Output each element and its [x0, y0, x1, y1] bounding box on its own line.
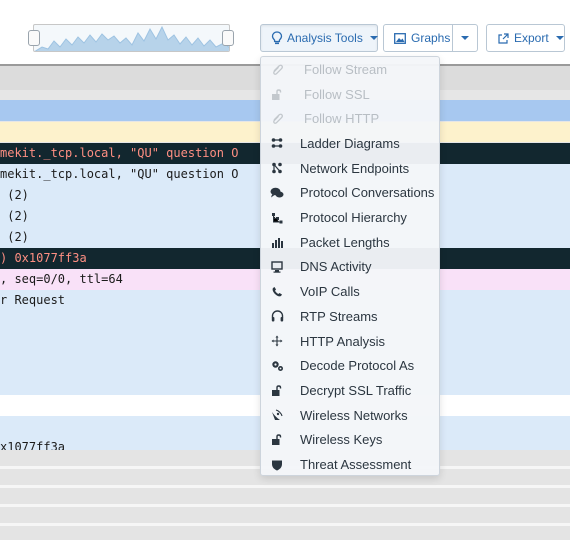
chevron-down-icon — [369, 36, 378, 40]
menu-item-label: Protocol Hierarchy — [300, 210, 407, 226]
menu-item-protocol-conversations[interactable]: Protocol Conversations — [261, 181, 439, 206]
menu-item-ladder-diagrams[interactable]: Ladder Diagrams — [261, 131, 439, 156]
export-label: Export — [514, 31, 549, 45]
export-button[interactable]: Export — [486, 24, 565, 52]
packet-row-text: r Request — [0, 293, 66, 307]
analysis-tools-label: Analysis Tools — [287, 31, 363, 45]
lightbulb-icon — [271, 31, 283, 45]
graphs-dropdown-toggle[interactable] — [452, 24, 478, 52]
packet-row-text: ) 0x1077ff3a — [0, 251, 87, 265]
packet-row-text: (2) — [0, 230, 29, 244]
menu-item-label: Follow SSL — [304, 86, 370, 102]
paperclip-icon — [270, 62, 284, 76]
menu-item-label: Wireless Keys — [300, 432, 383, 448]
external-link-icon — [496, 31, 510, 45]
menu-item-follow-stream: Follow Stream — [261, 57, 439, 82]
gears-icon — [270, 359, 284, 373]
toolbar: Analysis Tools Graphs Export — [0, 0, 570, 64]
menu-item-label: HTTP Analysis — [300, 333, 386, 349]
analysis-tools-button[interactable]: Analysis Tools — [260, 24, 378, 52]
menu-item-threat-assessment[interactable]: Threat Assessment — [261, 452, 439, 477]
image-icon — [393, 31, 407, 45]
graphs-label: Graphs — [411, 31, 451, 45]
satellite-icon — [270, 408, 284, 422]
packet-row-text: , seq=0/0, ttl=64 — [0, 272, 123, 286]
menu-item-label: Follow HTTP — [304, 111, 380, 127]
menu-item-label: VoIP Calls — [300, 284, 360, 300]
timeline-handle-right[interactable] — [222, 30, 234, 46]
menu-item-dns-activity[interactable]: DNS Activity — [261, 255, 439, 280]
move-icon — [270, 334, 284, 348]
menu-item-decode-protocol-as[interactable]: Decode Protocol As — [261, 353, 439, 378]
bar-chart-icon — [270, 235, 284, 249]
menu-item-wireless-networks[interactable]: Wireless Networks — [261, 403, 439, 428]
unlock-icon — [270, 383, 284, 397]
monitor-icon — [270, 260, 284, 274]
timeline-sparkline[interactable] — [33, 24, 230, 52]
menu-item-wireless-keys[interactable]: Wireless Keys — [261, 428, 439, 453]
conversations-icon — [270, 186, 284, 200]
menu-item-label: Network Endpoints — [300, 160, 410, 176]
shield-icon — [270, 458, 284, 472]
menu-item-label: DNS Activity — [300, 259, 372, 275]
unlock-icon — [270, 87, 284, 101]
menu-item-label: Threat Assessment — [300, 457, 412, 473]
packet-row-text: x1077ff3a — [0, 440, 66, 450]
menu-item-label: Decode Protocol As — [300, 358, 415, 374]
menu-item-protocol-hierarchy[interactable]: Protocol Hierarchy — [261, 205, 439, 230]
packet-row-text: (2) — [0, 188, 29, 202]
menu-item-decrypt-ssl-traffic[interactable]: Decrypt SSL Traffic — [261, 378, 439, 403]
menu-item-label: Follow Stream — [304, 61, 388, 77]
chevron-down-icon — [461, 36, 469, 40]
analysis-tools-menu: Follow Stream Follow SSL Follow HTTP Ladder… — [260, 56, 440, 476]
timeline-handle-left[interactable] — [28, 30, 40, 46]
menu-item-label: Decrypt SSL Traffic — [300, 382, 412, 398]
menu-item-rtp-streams[interactable]: RTP Streams — [261, 304, 439, 329]
menu-item-label: Wireless Networks — [300, 407, 408, 423]
menu-item-voip-calls[interactable]: VoIP Calls — [261, 279, 439, 304]
unlock-icon — [270, 433, 284, 447]
headphones-icon — [270, 309, 284, 323]
packet-row-text: mekit._tcp.local, "QU" question O — [0, 167, 239, 181]
menu-item-follow-ssl: Follow SSL — [261, 82, 439, 107]
packet-row-text: (2) — [0, 209, 29, 223]
endpoints-icon — [270, 161, 284, 175]
timeline-graph — [34, 25, 229, 51]
graphs-button[interactable]: Graphs — [383, 24, 453, 52]
menu-item-label: Packet Lengths — [300, 234, 390, 250]
menu-item-label: Protocol Conversations — [300, 185, 435, 201]
menu-item-packet-lengths[interactable]: Packet Lengths — [261, 230, 439, 255]
menu-item-follow-http: Follow HTTP — [261, 106, 439, 131]
hierarchy-icon — [270, 211, 284, 225]
menu-item-http-analysis[interactable]: HTTP Analysis — [261, 329, 439, 354]
menu-item-label: Ladder Diagrams — [300, 135, 400, 151]
ladder-icon — [270, 136, 284, 150]
menu-item-label: RTP Streams — [300, 308, 378, 324]
menu-item-network-endpoints[interactable]: Network Endpoints — [261, 156, 439, 181]
chevron-down-icon — [555, 36, 564, 40]
packet-row-text: mekit._tcp.local, "QU" question O — [0, 146, 239, 160]
paperclip-icon — [270, 112, 284, 126]
phone-icon — [270, 285, 284, 299]
